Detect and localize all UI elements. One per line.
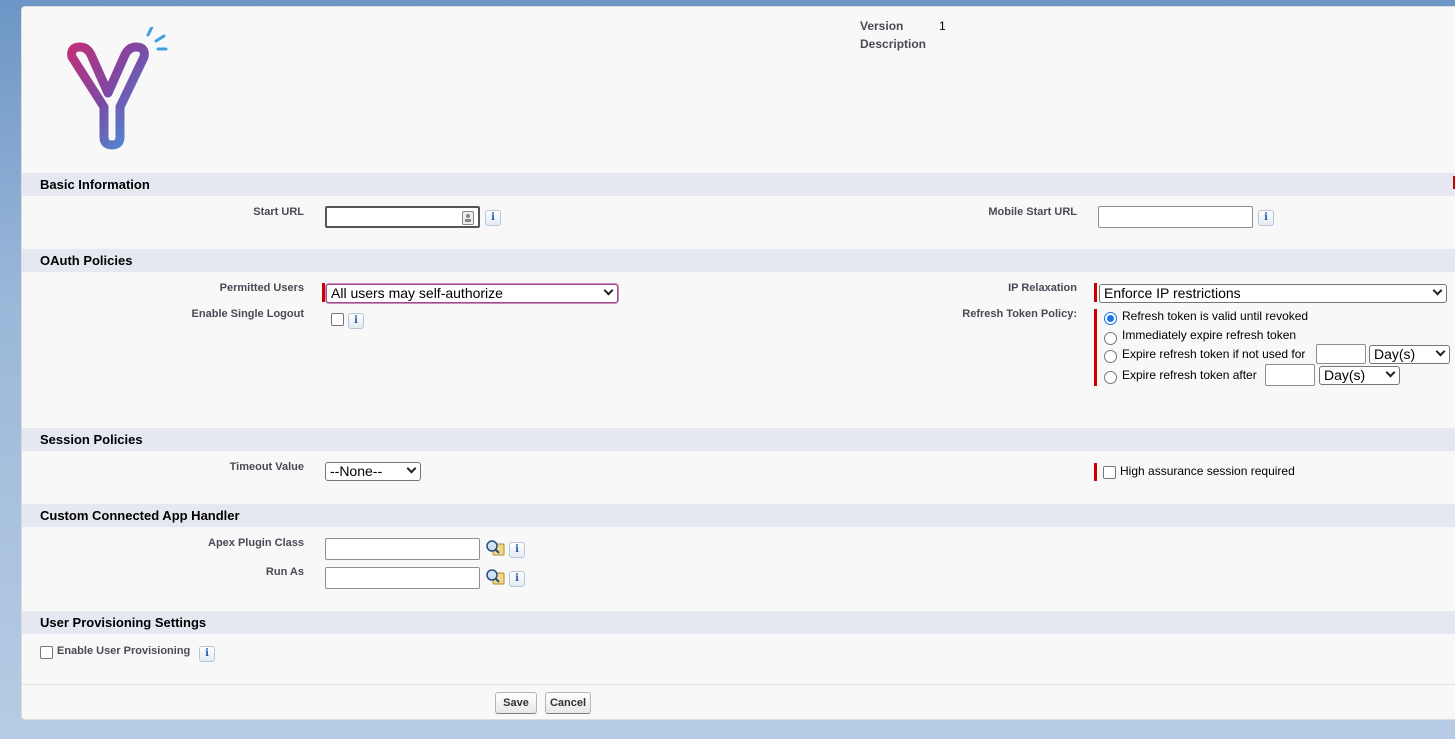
required-indicator (1094, 283, 1097, 302)
chevron-down-icon (1385, 367, 1396, 378)
enable-single-logout-checkbox[interactable] (331, 313, 344, 326)
apex-plugin-info-icon[interactable]: i (509, 542, 525, 558)
mobile-start-url-info-icon[interactable]: i (1258, 210, 1274, 226)
user-provisioning-info-icon[interactable]: i (199, 646, 215, 662)
run-as-input[interactable] (325, 567, 480, 589)
section-custom-connected-app-handler: Custom Connected App Handler (22, 504, 1455, 527)
chevron-down-icon (406, 463, 417, 474)
refresh-option-label-3: Expire refresh token after (1122, 368, 1257, 382)
refresh-option-radio-2[interactable] (1104, 350, 1117, 363)
apex-plugin-class-label: Apex Plugin Class (208, 537, 304, 549)
enable-user-provisioning-checkbox[interactable] (40, 646, 53, 659)
high-assurance-label: High assurance session required (1120, 464, 1295, 478)
chevron-down-icon (603, 285, 614, 296)
chevron-down-icon (1435, 346, 1446, 357)
required-indicator (1094, 309, 1097, 386)
mobile-start-url-label: Mobile Start URL (988, 206, 1077, 218)
connected-app-edit-panel: Version 1 Description Basic Information … (21, 6, 1455, 720)
ip-relaxation-label: IP Relaxation (1008, 282, 1077, 294)
section-title: Session Policies (40, 432, 143, 447)
permitted-users-label: Permitted Users (219, 282, 304, 294)
start-url-input[interactable] (325, 206, 480, 228)
timeout-value: --None-- (330, 463, 383, 479)
cancel-button[interactable]: Cancel (545, 692, 591, 714)
start-url-label: Start URL (253, 206, 304, 218)
contact-card-icon (462, 211, 474, 225)
expire-after-unit-select[interactable]: Day(s) (1319, 366, 1400, 385)
refresh-option-label-2: Expire refresh token if not used for (1122, 347, 1306, 361)
expire-unused-unit-select[interactable]: Day(s) (1369, 345, 1450, 364)
high-assurance-checkbox[interactable] (1103, 466, 1116, 479)
timeout-value-select[interactable]: --None-- (325, 462, 421, 481)
section-basic-information: Basic Information (22, 173, 1455, 196)
single-logout-info-icon[interactable]: i (348, 313, 364, 329)
refresh-option-radio-0[interactable] (1104, 312, 1117, 325)
refresh-option-radio-3[interactable] (1104, 371, 1117, 384)
lookup-search-icon[interactable] (485, 568, 505, 586)
refresh-option-label-0: Refresh token is valid until revoked (1122, 309, 1309, 323)
required-indicator (1094, 463, 1097, 481)
required-indicator (322, 283, 325, 302)
expire-unused-unit-value: Day(s) (1374, 346, 1416, 362)
refresh-option-label-1: Immediately expire refresh token (1122, 328, 1297, 342)
section-title: OAuth Policies (40, 253, 133, 268)
permitted-users-value: All users may self-authorize (331, 285, 503, 301)
timeout-value-label: Timeout Value (229, 461, 304, 473)
expire-after-days-input[interactable] (1265, 364, 1315, 386)
enable-single-logout-label: Enable Single Logout (191, 308, 304, 320)
version-label: Version (860, 19, 904, 33)
apex-plugin-class-input[interactable] (325, 538, 480, 560)
chevron-down-icon (1432, 285, 1443, 296)
footer-divider (22, 684, 1455, 685)
version-value: 1 (939, 19, 946, 33)
expire-after-unit-value: Day(s) (1324, 367, 1366, 383)
start-url-info-icon[interactable]: i (485, 210, 501, 226)
app-logo-icon (67, 27, 168, 150)
description-label: Description (860, 37, 927, 51)
ip-relaxation-select[interactable]: Enforce IP restrictions (1099, 284, 1447, 303)
enable-user-provisioning-label: Enable User Provisioning (57, 645, 191, 657)
permitted-users-select[interactable]: All users may self-authorize (326, 284, 618, 303)
save-button[interactable]: Save (495, 692, 537, 714)
run-as-info-icon[interactable]: i (509, 571, 525, 587)
mobile-start-url-input[interactable] (1098, 206, 1253, 228)
refresh-token-policy-label: Refresh Token Policy: (962, 308, 1077, 320)
ip-relaxation-value: Enforce IP restrictions (1104, 285, 1241, 301)
section-session-policies: Session Policies (22, 428, 1455, 451)
refresh-option-radio-1[interactable] (1104, 332, 1117, 345)
section-title: Basic Information (40, 177, 150, 192)
section-title: Custom Connected App Handler (40, 508, 240, 523)
section-user-provisioning-settings: User Provisioning Settings (22, 611, 1455, 634)
run-as-label: Run As (265, 566, 304, 578)
lookup-search-icon[interactable] (485, 539, 505, 557)
section-oauth-policies: OAuth Policies (22, 249, 1455, 272)
section-title: User Provisioning Settings (40, 615, 207, 630)
expire-unused-days-input[interactable] (1316, 344, 1366, 364)
